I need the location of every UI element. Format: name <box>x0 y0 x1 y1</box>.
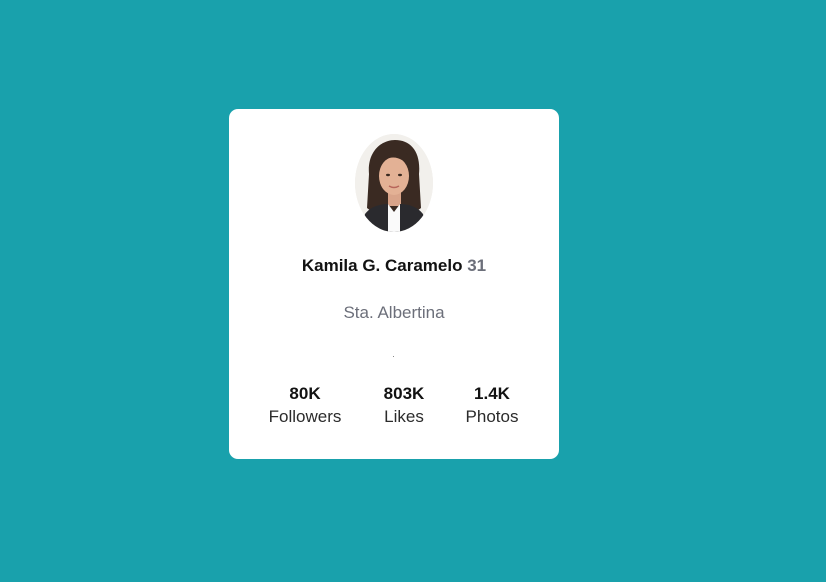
profile-card: Kamila G. Caramelo 31 Sta. Albertina 80K… <box>229 109 559 459</box>
profile-location: Sta. Albertina <box>343 303 445 322</box>
stat-followers-label: Followers <box>268 407 342 426</box>
stats-row: 80K Followers 803K Likes 1.4K Photos <box>229 384 559 434</box>
avatar <box>355 134 433 232</box>
stat-likes-label: Likes <box>384 407 424 426</box>
stat-photos: 1.4K Photos <box>442 384 542 428</box>
stat-likes-value: 803K <box>383 384 425 403</box>
stat-likes: 803K Likes <box>354 384 454 428</box>
stat-photos-label: Photos <box>465 407 519 426</box>
profile-heading: Kamila G. Caramelo 31 <box>229 256 559 276</box>
divider <box>393 356 394 357</box>
stat-followers-value: 80K <box>289 384 321 403</box>
stat-photos-value: 1.4K <box>474 384 510 403</box>
profile-age: 31 <box>467 256 487 275</box>
avatar-photo <box>355 134 433 232</box>
profile-name: Kamila G. Caramelo <box>301 256 463 275</box>
stat-followers: 80K Followers <box>255 384 355 428</box>
